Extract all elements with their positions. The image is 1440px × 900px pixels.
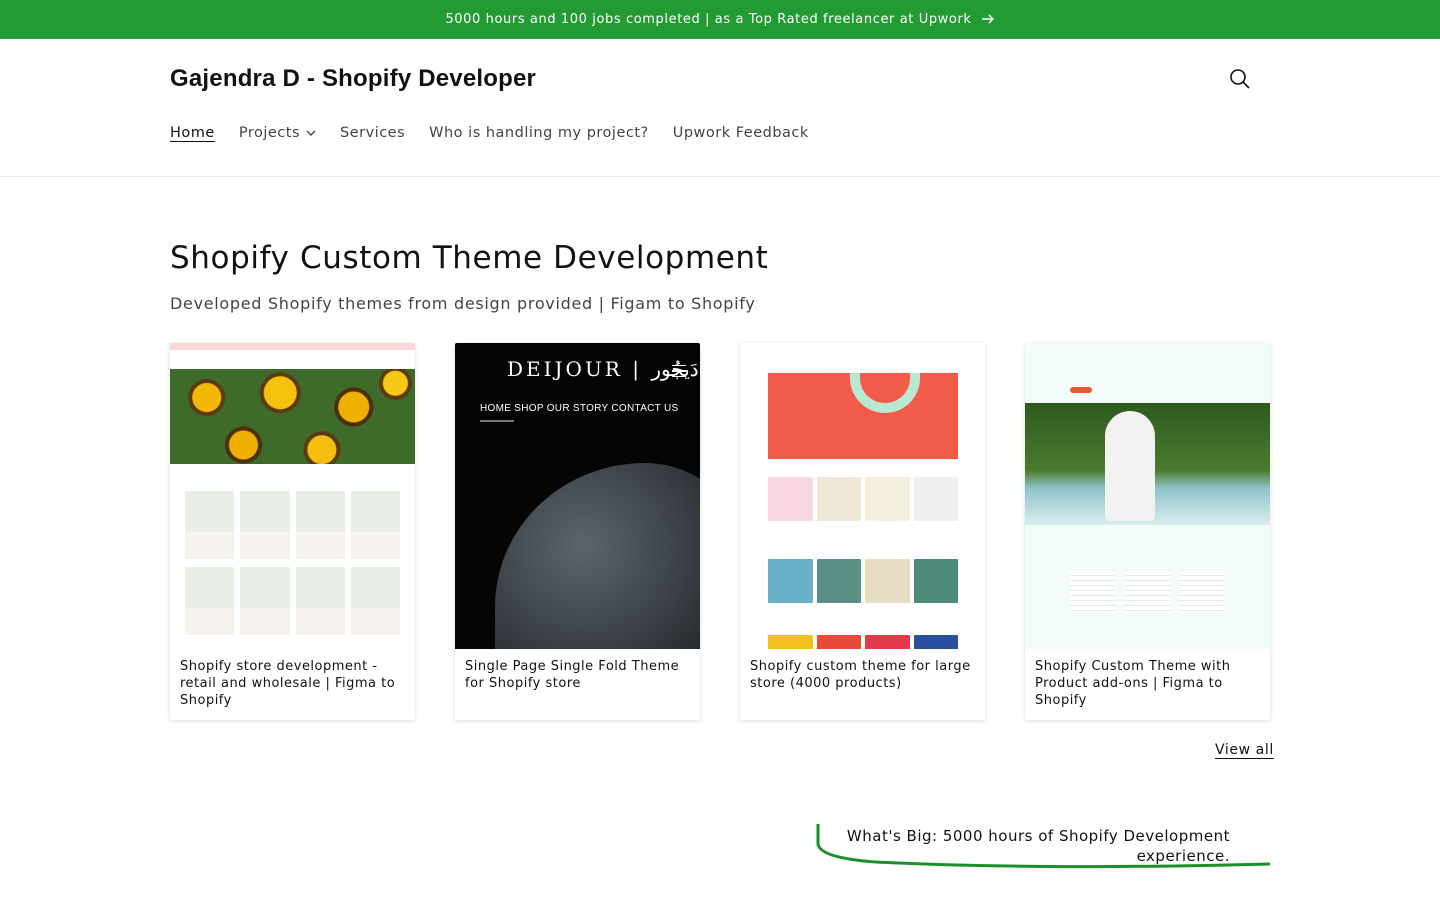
project-card[interactable]: Shopify store development - retail and w… <box>170 343 415 720</box>
big-callout: What's Big: 5000 hours of Shopify Develo… <box>816 824 1270 870</box>
project-card[interactable]: Shopify custom theme for large store (40… <box>740 343 985 720</box>
card-title[interactable]: Shopify Custom Theme with Product add-on… <box>1025 649 1270 709</box>
menu-icon <box>672 365 686 377</box>
card-title[interactable]: Single Page Single Fold Theme for Shopif… <box>455 649 700 692</box>
nav-item-projects[interactable]: Projects <box>239 125 316 141</box>
nav-item-home[interactable]: Home <box>170 125 215 141</box>
arrow-right-icon <box>981 12 995 28</box>
main-nav: Home Projects Services Who is handling m… <box>170 125 833 141</box>
card-thumbnail[interactable] <box>740 343 985 649</box>
card-title[interactable]: Shopify store development - retail and w… <box>170 649 415 709</box>
announcement-bar[interactable]: 5000 hours and 100 jobs completed | as a… <box>0 0 1440 39</box>
nav-item-who-is-handling[interactable]: Who is handling my project? <box>429 125 649 141</box>
section-subtitle: Developed Shopify themes from design pro… <box>170 294 756 313</box>
nav-item-upwork-feedback[interactable]: Upwork Feedback <box>673 125 809 141</box>
big-callout-text: What's Big: 5000 hours of Shopify Develo… <box>846 827 1230 865</box>
section-title: Shopify Custom Theme Development <box>170 240 769 276</box>
view-all-link[interactable]: View all <box>1215 742 1274 758</box>
site-brand[interactable]: Gajendra D - Shopify Developer <box>170 65 536 93</box>
card-thumbnail[interactable]: DEIJOUR | دَيجُور HOME SHOP OUR STORY CO… <box>455 343 700 649</box>
project-card[interactable]: Shopify Custom Theme with Product add-on… <box>1025 343 1270 720</box>
site-header: Gajendra D - Shopify Developer Home Proj… <box>0 39 1440 177</box>
card-thumbnail[interactable] <box>1025 343 1270 649</box>
project-card[interactable]: DEIJOUR | دَيجُور HOME SHOP OUR STORY CO… <box>455 343 700 720</box>
search-button[interactable] <box>1226 67 1254 95</box>
announcement-text[interactable]: 5000 hours and 100 jobs completed | as a… <box>445 12 971 27</box>
thumb-nav-text: HOME SHOP OUR STORY CONTACT US <box>480 403 679 414</box>
card-title[interactable]: Shopify custom theme for large store (40… <box>740 649 985 692</box>
thumb-logo-text: DEIJOUR | دَيجُور <box>507 357 699 381</box>
nav-item-services[interactable]: Services <box>340 125 405 141</box>
card-thumbnail[interactable] <box>170 343 415 649</box>
chevron-down-icon <box>306 125 316 141</box>
search-icon <box>1229 68 1251 94</box>
nav-item-label: Projects <box>238 125 300 141</box>
project-cards: Shopify store development - retail and w… <box>170 343 1270 720</box>
